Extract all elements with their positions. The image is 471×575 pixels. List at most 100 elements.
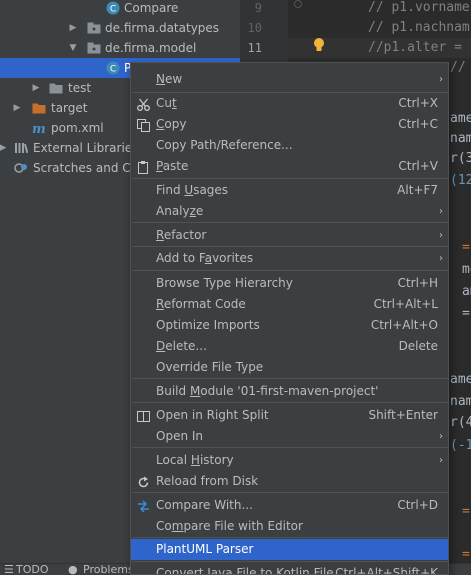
- folder-icon: [49, 82, 63, 94]
- tree-item-model[interactable]: ▼ de.firma.model: [0, 38, 240, 58]
- chevron-right-icon[interactable]: ▶: [31, 78, 41, 98]
- shortcut: Delete: [398, 339, 438, 353]
- code-line: = n: [462, 504, 470, 519]
- menu-item-refactor[interactable]: Refactor ›: [131, 225, 448, 246]
- line-number: 9: [254, 1, 262, 15]
- todo-tab[interactable]: TODO: [16, 564, 49, 575]
- menu-item-compare-with[interactable]: Compare With... Ctrl+D: [131, 495, 448, 516]
- line-number: 10: [247, 21, 262, 35]
- code-line: = n: [462, 547, 470, 562]
- menu-item-delete[interactable]: Delete... Delete: [131, 336, 448, 357]
- code-line: //: [450, 60, 466, 75]
- chevron-right-icon[interactable]: ▶: [12, 98, 22, 118]
- problems-tab[interactable]: Problems: [83, 564, 134, 575]
- code-line: (12: [450, 173, 471, 188]
- menu-item-open-right-split[interactable]: Open in Right Split Shift+Enter: [131, 405, 448, 426]
- code-line: nam: [450, 394, 471, 409]
- submenu-arrow-icon: ›: [439, 74, 443, 85]
- menu-item-paste[interactable]: Paste Ctrl+V: [131, 156, 448, 177]
- code-line: =: [462, 306, 470, 321]
- copy-icon: [137, 118, 150, 132]
- cut-icon: [137, 97, 150, 111]
- svg-text:C: C: [110, 5, 116, 15]
- split-icon: [137, 409, 150, 422]
- shortcut: Shift+Enter: [368, 408, 438, 422]
- menu-separator: [132, 561, 448, 562]
- menu-separator: [132, 246, 448, 247]
- menu-item-reformat-code[interactable]: Reformat Code Ctrl+Alt+L: [131, 294, 448, 315]
- menu-item-reload-from-disk[interactable]: Reload from Disk: [131, 471, 448, 492]
- tree-item-label: Compare: [124, 1, 179, 15]
- menu-item-analyze[interactable]: Analyze ›: [131, 201, 448, 222]
- submenu-arrow-icon: ›: [439, 206, 443, 217]
- code-line: // p1.nachnam: [368, 20, 470, 35]
- menu-item-local-history[interactable]: Local History ›: [131, 450, 448, 471]
- tree-item-label: target: [51, 101, 88, 115]
- paste-icon: [137, 160, 150, 174]
- todo-list-icon: ☰: [4, 563, 14, 575]
- menu-item-copy[interactable]: Copy Ctrl+C: [131, 114, 448, 135]
- menu-item-new[interactable]: New ›: [131, 69, 448, 90]
- submenu-arrow-icon: ›: [439, 431, 443, 442]
- code-line: r(3: [450, 151, 471, 166]
- code-line: ame: [462, 284, 471, 299]
- tree-item-label: de.firma.model: [105, 41, 197, 55]
- menu-separator: [132, 222, 448, 223]
- tree-item-label: pom.xml: [51, 121, 104, 135]
- menu-item-convert-to-kotlin[interactable]: Convert Java File to Kotlin File Ctrl+Al…: [131, 563, 448, 575]
- code-line: (-1: [450, 438, 471, 453]
- menu-item-add-to-favorites[interactable]: Add to Favorites ›: [131, 248, 448, 269]
- problems-icon: ●: [68, 563, 78, 575]
- menu-separator: [132, 270, 448, 271]
- maven-icon: m: [32, 121, 46, 135]
- code-line: r(4: [450, 415, 471, 430]
- menu-item-find-usages[interactable]: Find Usages Alt+F7: [131, 180, 448, 201]
- menu-item-copy-path[interactable]: Copy Path/Reference...: [131, 135, 448, 156]
- menu-item-compare-file-editor[interactable]: Compare File with Editor: [131, 516, 448, 537]
- menu-item-plantuml-parser[interactable]: PlantUML Parser: [131, 539, 448, 560]
- shortcut: Ctrl+D: [397, 498, 438, 512]
- tree-item-compare[interactable]: C Compare: [0, 0, 240, 18]
- shortcut: Ctrl+H: [397, 276, 438, 290]
- code-line: //p1.alter =: [368, 40, 462, 55]
- code-line: nam: [450, 131, 471, 146]
- shortcut: Ctrl+Alt+Shift+K: [335, 566, 438, 575]
- shortcut: Ctrl+Alt+O: [370, 318, 438, 332]
- menu-item-build-module[interactable]: Build Module '01-first-maven-project': [131, 381, 448, 402]
- svg-text:m: m: [32, 122, 46, 135]
- code-line: me: [462, 262, 471, 277]
- menu-separator: [132, 378, 448, 379]
- code-line: = n: [462, 240, 470, 255]
- lightbulb-icon[interactable]: [313, 38, 325, 52]
- chevron-right-icon[interactable]: ▶: [0, 138, 8, 158]
- tree-item-label: test: [68, 81, 92, 95]
- menu-separator: [132, 447, 448, 448]
- chevron-right-icon[interactable]: ▶: [68, 18, 78, 38]
- submenu-arrow-icon: ›: [439, 230, 443, 241]
- class-icon: C: [106, 61, 120, 75]
- menu-item-browse-type-hierarchy[interactable]: Browse Type Hierarchy Ctrl+H: [131, 273, 448, 294]
- tree-item-datatypes[interactable]: ▶ de.firma.datatypes: [0, 18, 240, 38]
- menu-separator: [132, 178, 448, 179]
- shortcut: Ctrl+C: [398, 117, 438, 131]
- chevron-down-icon[interactable]: ▼: [68, 38, 78, 58]
- tree-item-label: External Libraries: [33, 141, 139, 155]
- code-line: ame: [450, 111, 471, 126]
- tree-item-label: de.firma.datatypes: [105, 21, 220, 35]
- menu-item-open-in[interactable]: Open In ›: [131, 426, 448, 447]
- fold-marker-icon[interactable]: [294, 0, 302, 8]
- scratches-icon: [14, 161, 28, 175]
- menu-separator: [132, 537, 448, 538]
- libraries-icon: [14, 141, 28, 155]
- shortcut: Ctrl+X: [398, 96, 438, 110]
- menu-item-cut[interactable]: Cut Ctrl+X: [131, 93, 448, 114]
- reload-icon: [137, 475, 150, 488]
- code-line: ame: [450, 372, 471, 387]
- shortcut: Alt+F7: [397, 183, 438, 197]
- folder-icon: [32, 102, 46, 114]
- menu-item-override-file-type[interactable]: Override File Type: [131, 357, 448, 378]
- code-line: // p1.vorname: [368, 0, 470, 15]
- context-menu: New › Cut Ctrl+X Copy Ctrl+C Copy Path/R…: [130, 62, 449, 575]
- menu-item-optimize-imports[interactable]: Optimize Imports Ctrl+Alt+O: [131, 315, 448, 336]
- submenu-arrow-icon: ›: [439, 253, 443, 264]
